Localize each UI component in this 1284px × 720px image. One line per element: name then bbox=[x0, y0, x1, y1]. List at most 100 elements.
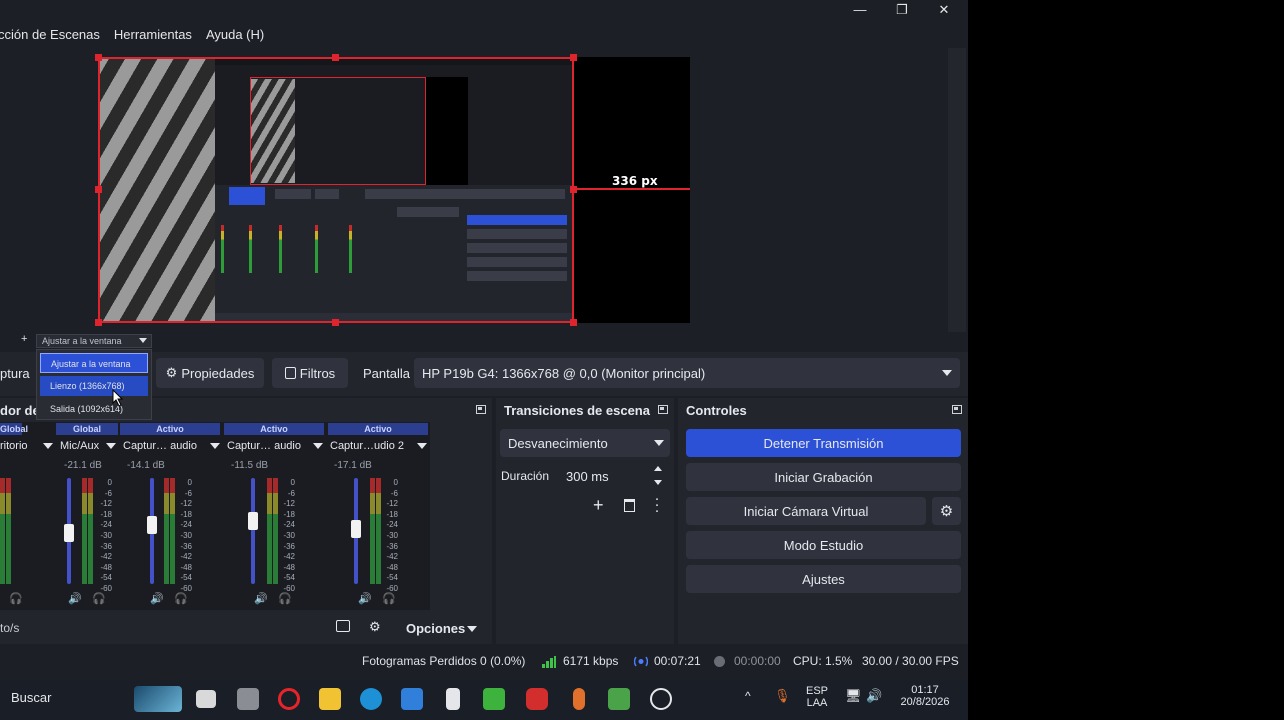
add-icon[interactable]: + bbox=[21, 333, 27, 345]
monitor-icon[interactable]: 🎧 bbox=[278, 592, 292, 605]
minimize-button[interactable]: — bbox=[838, 0, 882, 20]
menu-help[interactable]: Ayuda (H) bbox=[206, 27, 264, 42]
menu-scene-collection[interactable]: cción de Escenas bbox=[0, 27, 100, 42]
speaker-icon[interactable]: 🔊 bbox=[358, 592, 372, 605]
resize-handle[interactable] bbox=[332, 54, 339, 61]
language-indicator[interactable]: ESP LAA bbox=[806, 685, 828, 709]
speaker-icon[interactable]: 🔊 bbox=[254, 592, 268, 605]
volume-meter bbox=[82, 478, 87, 584]
network-icon[interactable]: 🖥 bbox=[845, 688, 862, 704]
controls-title: Controles bbox=[686, 403, 747, 418]
studio-mode-button[interactable]: Modo Estudio bbox=[686, 531, 961, 559]
chevron-up-icon[interactable] bbox=[654, 466, 662, 471]
store-icon[interactable] bbox=[401, 688, 423, 710]
volume-fader-knob[interactable] bbox=[248, 512, 258, 530]
monitor-icon[interactable]: 🎧 bbox=[92, 592, 106, 605]
undock-icon[interactable] bbox=[658, 405, 668, 414]
opera-icon[interactable] bbox=[278, 688, 300, 710]
more-vertical-icon[interactable]: · · · bbox=[654, 491, 660, 518]
options-button[interactable]: Opciones bbox=[406, 621, 465, 636]
chevron-down-icon[interactable] bbox=[106, 443, 116, 449]
speaker-icon[interactable]: 🔊 bbox=[150, 592, 164, 605]
monitor-icon[interactable]: 🎧 bbox=[382, 592, 396, 605]
monitor-icon[interactable]: 🎧 bbox=[9, 592, 23, 605]
menu-tools[interactable]: Herramientas bbox=[114, 27, 192, 42]
microphone-app-icon[interactable] bbox=[573, 688, 585, 710]
duration-spinner[interactable] bbox=[650, 463, 666, 489]
chevron-down-icon[interactable] bbox=[43, 443, 53, 449]
mixer-footer-label: to/s bbox=[0, 621, 20, 635]
app-icon[interactable] bbox=[608, 688, 630, 710]
edge-icon[interactable] bbox=[360, 688, 382, 710]
start-virtual-camera-button[interactable]: Iniciar Cámara Virtual bbox=[686, 497, 926, 525]
clock[interactable]: 01:17 20/8/2026 bbox=[894, 684, 956, 708]
zoom-option-canvas[interactable]: Lienzo (1366x768) bbox=[40, 376, 148, 396]
volume-fader-knob[interactable] bbox=[351, 520, 361, 538]
microphone-icon[interactable]: 🎙 bbox=[774, 688, 791, 704]
resize-handle[interactable] bbox=[570, 54, 577, 61]
channel-name: ritorio bbox=[0, 440, 28, 452]
channel-name: Captur… audio bbox=[123, 440, 197, 452]
status-bar: Fotogramas Perdidos 0 (0.0%) 6171 kbps 0… bbox=[0, 650, 968, 672]
volume-fader-knob[interactable] bbox=[64, 524, 74, 542]
signal-bars-icon bbox=[542, 656, 556, 668]
scale-tick: -42 bbox=[100, 552, 112, 562]
stop-streaming-button[interactable]: Detener Transmisión bbox=[686, 429, 961, 457]
scale-tick: -18 bbox=[386, 509, 398, 519]
obs-icon[interactable] bbox=[650, 688, 672, 710]
scale-tick: -54 bbox=[283, 573, 295, 583]
undock-icon[interactable] bbox=[476, 405, 486, 414]
title-bar: — ❐ ✕ bbox=[0, 0, 968, 22]
transition-select[interactable]: Desvanecimiento bbox=[500, 429, 670, 457]
chevron-down-icon[interactable] bbox=[210, 443, 220, 449]
scale-tick: -6 bbox=[390, 488, 398, 498]
zoom-select[interactable]: Ajustar a la ventana bbox=[36, 334, 152, 348]
file-explorer-icon[interactable] bbox=[319, 688, 341, 710]
app-icon[interactable] bbox=[446, 688, 460, 710]
channel-db: -14.1 dB bbox=[127, 460, 165, 471]
filters-button[interactable]: Filtros bbox=[272, 358, 348, 388]
zoom-option-output[interactable]: Salida (1092x614) bbox=[40, 399, 148, 419]
monitor-icon[interactable]: 🎧 bbox=[174, 592, 188, 605]
resize-handle[interactable] bbox=[95, 319, 102, 326]
task-view-icon[interactable] bbox=[196, 690, 216, 708]
advanced-audio-icon[interactable]: ⚙ bbox=[369, 619, 381, 635]
maximize-button[interactable]: ❐ bbox=[880, 0, 924, 20]
volume-fader-track[interactable] bbox=[251, 478, 255, 584]
scale-tick: 0 bbox=[393, 478, 398, 487]
layout-icon[interactable] bbox=[336, 620, 350, 632]
resize-handle[interactable] bbox=[332, 319, 339, 326]
monitor-select[interactable]: HP P19b G4: 1366x768 @ 0,0 (Monitor prin… bbox=[414, 358, 960, 388]
zoom-select-value: Ajustar a la ventana bbox=[42, 336, 122, 346]
virtual-camera-settings-button[interactable]: ⚙ bbox=[932, 497, 961, 525]
start-recording-button[interactable]: Iniciar Grabación bbox=[686, 463, 961, 491]
chevron-up-icon[interactable]: ^ bbox=[745, 689, 751, 703]
volume-meter bbox=[370, 478, 375, 584]
chevron-down-icon[interactable] bbox=[467, 626, 477, 632]
zoom-option-fit-window[interactable]: Ajustar a la ventana bbox=[40, 353, 148, 373]
preview-scrollbar[interactable] bbox=[948, 48, 966, 332]
add-icon[interactable]: + bbox=[593, 495, 604, 516]
trash-icon[interactable] bbox=[624, 499, 635, 512]
chevron-down-icon[interactable] bbox=[417, 443, 427, 449]
resize-handle[interactable] bbox=[95, 186, 102, 193]
app-icon[interactable] bbox=[483, 688, 505, 710]
channel-name: Mic/Aux bbox=[60, 440, 100, 452]
settings-button[interactable]: Ajustes bbox=[686, 565, 961, 593]
menu-bar: cción de Escenas Herramientas Ayuda (H) bbox=[0, 22, 968, 46]
taskbar-search[interactable]: Buscar bbox=[11, 690, 51, 705]
keyboard-layout: LAA bbox=[806, 697, 828, 709]
app-icon[interactable] bbox=[526, 688, 548, 710]
volume-fader-knob[interactable] bbox=[147, 516, 157, 534]
properties-button[interactable]: ⚙ Propiedades bbox=[156, 358, 264, 388]
chevron-down-icon[interactable] bbox=[313, 443, 323, 449]
channel-header: Activo bbox=[328, 423, 428, 435]
undock-icon[interactable] bbox=[952, 405, 962, 414]
volume-icon[interactable]: 🔊 bbox=[866, 688, 882, 704]
chevron-down-icon[interactable] bbox=[654, 480, 662, 485]
close-button[interactable]: ✕ bbox=[922, 0, 966, 20]
resize-handle[interactable] bbox=[570, 319, 577, 326]
resize-handle[interactable] bbox=[95, 54, 102, 61]
app-icon[interactable] bbox=[237, 688, 259, 710]
speaker-icon[interactable]: 🔊 bbox=[68, 592, 82, 605]
